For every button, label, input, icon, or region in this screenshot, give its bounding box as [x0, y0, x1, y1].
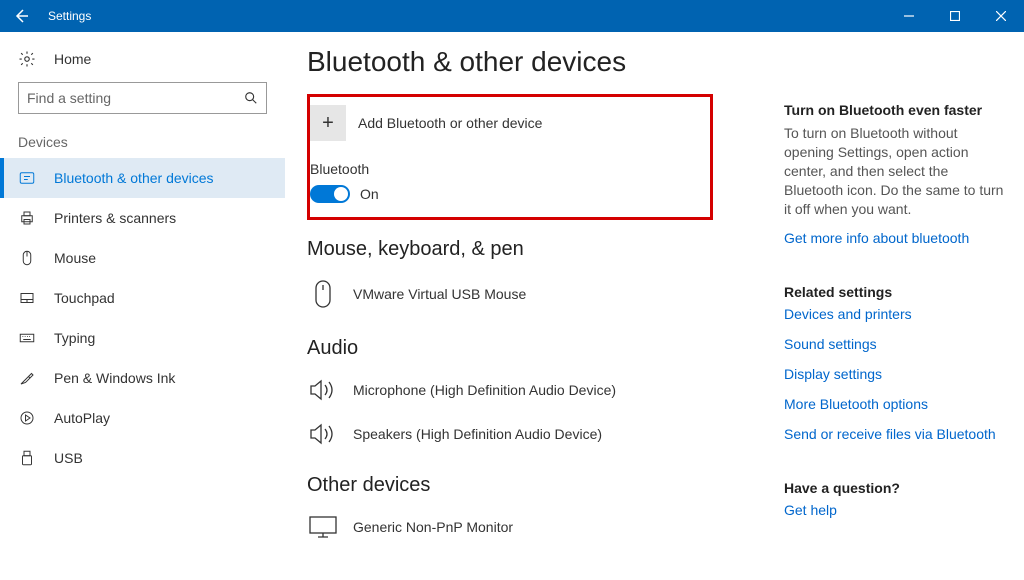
sidebar-item-usb[interactable]: USB	[0, 438, 285, 478]
sidebar-item-autoplay[interactable]: AutoPlay	[0, 398, 285, 438]
sidebar-category: Devices	[0, 134, 285, 158]
sidebar-item-mouse[interactable]: Mouse	[0, 238, 285, 278]
pen-icon	[18, 369, 38, 387]
sidebar-item-pen[interactable]: Pen & Windows Ink	[0, 358, 285, 398]
maximize-button[interactable]	[932, 0, 978, 32]
sidebar-item-printers[interactable]: Printers & scanners	[0, 198, 285, 238]
sidebar-item-label: USB	[54, 450, 83, 466]
monitor-icon	[307, 515, 339, 539]
sidebar-item-label: Bluetooth & other devices	[54, 170, 214, 186]
bluetooth-toggle[interactable]	[310, 185, 350, 203]
section-mouse-title: Mouse, keyboard, & pen	[307, 238, 764, 261]
help-link[interactable]: Get help	[784, 502, 1010, 518]
gear-icon	[18, 50, 38, 68]
device-item[interactable]: VMware Virtual USB Mouse	[307, 269, 764, 319]
printer-icon	[18, 209, 38, 227]
speaker-icon	[307, 378, 339, 402]
home-nav[interactable]: Home	[0, 50, 285, 82]
section-audio-title: Audio	[307, 337, 764, 360]
home-label: Home	[54, 51, 91, 67]
related-link-display[interactable]: Display settings	[784, 366, 1010, 382]
bluetooth-icon	[18, 169, 38, 187]
device-label: Microphone (High Definition Audio Device…	[353, 382, 616, 398]
close-button[interactable]	[978, 0, 1024, 32]
back-button[interactable]	[0, 0, 42, 32]
sidebar-item-bluetooth[interactable]: Bluetooth & other devices	[0, 158, 285, 198]
right-panel: Turn on Bluetooth even faster To turn on…	[784, 32, 1024, 580]
page-title: Bluetooth & other devices	[307, 46, 764, 78]
speaker-icon	[307, 422, 339, 446]
sidebar-item-label: Mouse	[54, 250, 96, 266]
plus-icon: +	[310, 105, 346, 141]
add-device-button[interactable]: + Add Bluetooth or other device	[310, 105, 698, 141]
keyboard-icon	[18, 329, 38, 347]
bluetooth-label: Bluetooth	[310, 161, 698, 177]
device-item[interactable]: Speakers (High Definition Audio Device)	[307, 412, 764, 456]
device-label: VMware Virtual USB Mouse	[353, 286, 526, 302]
autoplay-icon	[18, 409, 38, 427]
sidebar-item-label: Printers & scanners	[54, 210, 176, 226]
touchpad-icon	[18, 289, 38, 307]
search-input[interactable]: Find a setting	[18, 82, 267, 114]
related-link-sound[interactable]: Sound settings	[784, 336, 1010, 352]
related-link-send-receive[interactable]: Send or receive files via Bluetooth	[784, 426, 1010, 442]
main-panel: Bluetooth & other devices + Add Bluetoot…	[285, 32, 784, 580]
related-link-devices-printers[interactable]: Devices and printers	[784, 306, 1010, 322]
tip-body: To turn on Bluetooth without opening Set…	[784, 124, 1010, 218]
bluetooth-state: On	[360, 186, 379, 202]
sidebar-item-label: Typing	[54, 330, 95, 346]
minimize-button[interactable]	[886, 0, 932, 32]
sidebar: Home Find a setting Devices Bluetooth & …	[0, 32, 285, 580]
device-item[interactable]: Microphone (High Definition Audio Device…	[307, 368, 764, 412]
sidebar-item-label: Pen & Windows Ink	[54, 370, 175, 386]
mouse-icon	[18, 249, 38, 267]
tip-link[interactable]: Get more info about bluetooth	[784, 230, 1010, 246]
search-placeholder: Find a setting	[27, 90, 244, 106]
device-label: Generic Non-PnP Monitor	[353, 519, 513, 535]
device-item[interactable]: Generic Non-PnP Monitor	[307, 505, 764, 549]
usb-icon	[18, 449, 38, 467]
sidebar-item-touchpad[interactable]: Touchpad	[0, 278, 285, 318]
window-title: Settings	[42, 9, 91, 23]
titlebar: Settings	[0, 0, 1024, 32]
section-other-title: Other devices	[307, 474, 764, 497]
search-icon	[244, 91, 258, 105]
mouse-device-icon	[307, 279, 339, 309]
sidebar-item-label: Touchpad	[54, 290, 115, 306]
related-title: Related settings	[784, 284, 1010, 300]
device-label: Speakers (High Definition Audio Device)	[353, 426, 602, 442]
add-device-label: Add Bluetooth or other device	[358, 115, 542, 131]
sidebar-item-label: AutoPlay	[54, 410, 110, 426]
related-link-bt-options[interactable]: More Bluetooth options	[784, 396, 1010, 412]
help-title: Have a question?	[784, 480, 1010, 496]
sidebar-item-typing[interactable]: Typing	[0, 318, 285, 358]
highlight-box: + Add Bluetooth or other device Bluetoot…	[307, 94, 713, 220]
tip-title: Turn on Bluetooth even faster	[784, 102, 1010, 118]
